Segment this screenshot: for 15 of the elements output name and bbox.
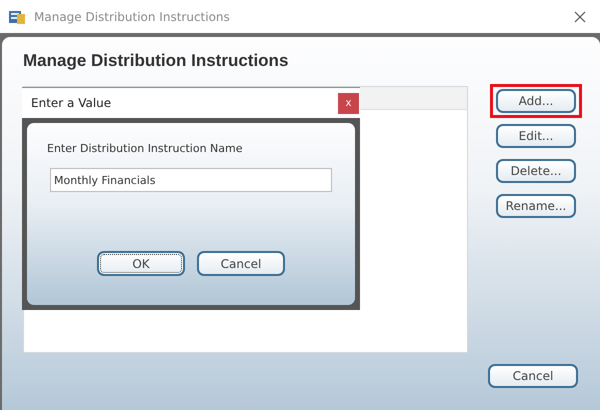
cancel-button[interactable]: Cancel — [488, 364, 578, 388]
side-button[interactable]: Rename... — [496, 194, 576, 218]
dialog-heading: Manage Distribution Instructions — [23, 51, 290, 72]
app-icon — [8, 8, 26, 24]
name-input-field[interactable]: Monthly Financials — [50, 168, 332, 192]
close-icon[interactable] — [574, 10, 586, 22]
dialog-title: Enter a Value — [31, 96, 112, 110]
dialog-button[interactable]: OK — [97, 251, 185, 276]
window-title: Manage Distribution Instructions — [34, 10, 231, 24]
side-button[interactable]: Delete... — [496, 159, 576, 183]
prompt-label: Enter Distribution Instruction Name — [47, 142, 244, 155]
side-button[interactable]: Add... — [496, 89, 576, 113]
dialog-button[interactable]: Cancel — [197, 251, 285, 276]
close-button[interactable]: x — [338, 92, 359, 114]
side-button[interactable]: Edit... — [496, 124, 576, 148]
